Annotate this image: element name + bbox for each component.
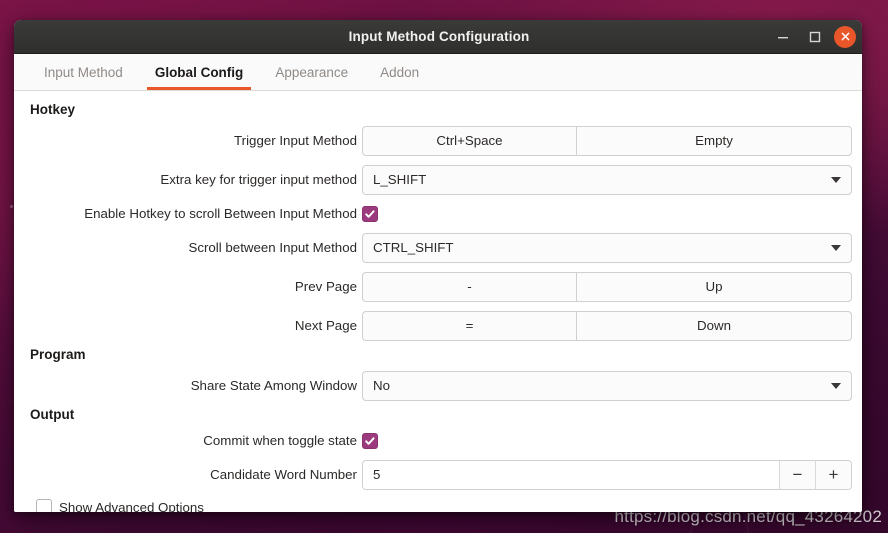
tab-input-method[interactable]: Input Method bbox=[28, 54, 139, 90]
extra-key-value: L_SHIFT bbox=[373, 172, 427, 187]
show-advanced-options-label: Show Advanced Options bbox=[59, 499, 204, 513]
label-extra-key: Extra key for trigger input method bbox=[160, 172, 357, 187]
trigger-input-method-secondary-button[interactable]: Empty bbox=[576, 125, 852, 156]
next-page-secondary-button[interactable]: Down bbox=[576, 310, 852, 341]
candidate-word-number-input[interactable]: 5 bbox=[363, 460, 779, 489]
show-advanced-options-row[interactable]: Show Advanced Options bbox=[24, 494, 852, 512]
commit-when-toggle-state-checkbox[interactable] bbox=[362, 432, 378, 449]
window-titlebar[interactable]: Input Method Configuration bbox=[14, 20, 862, 54]
next-page-primary-button[interactable]: = bbox=[362, 310, 576, 341]
section-header-program: Program bbox=[30, 347, 86, 362]
row-extra-key: Extra key for trigger input method L_SHI… bbox=[24, 160, 852, 199]
row-scroll-between: Scroll between Input Method CTRL_SHIFT bbox=[24, 228, 852, 267]
global-config-panel: Hotkey Trigger Input Method Ctrl+Space E… bbox=[14, 91, 862, 512]
input-method-configuration-window: Input Method Configuration Input Method … bbox=[14, 20, 862, 512]
wallpaper-dot bbox=[10, 205, 13, 208]
field-candidate-word-number: 5 − + bbox=[362, 459, 852, 490]
row-candidate-word-number: Candidate Word Number 5 − + bbox=[24, 455, 852, 494]
field-share-state: No bbox=[362, 370, 852, 401]
row-next-page: Next Page = Down bbox=[24, 306, 852, 345]
minimize-icon[interactable] bbox=[770, 24, 796, 50]
tab-bar: Input Method Global Config Appearance Ad… bbox=[14, 54, 862, 91]
tab-appearance[interactable]: Appearance bbox=[259, 54, 364, 90]
extra-key-dropdown[interactable]: L_SHIFT bbox=[362, 164, 852, 195]
label-scroll-between: Scroll between Input Method bbox=[188, 240, 357, 255]
close-icon[interactable] bbox=[834, 25, 856, 48]
minus-icon[interactable]: − bbox=[779, 460, 815, 489]
row-trigger-input-method: Trigger Input Method Ctrl+Space Empty bbox=[24, 121, 852, 160]
section-header-output: Output bbox=[30, 407, 75, 422]
scroll-between-value: CTRL_SHIFT bbox=[373, 240, 454, 255]
label-next-page: Next Page bbox=[294, 318, 357, 333]
field-enable-scroll-hotkey bbox=[362, 199, 852, 229]
candidate-word-number-stepper: 5 − + bbox=[362, 459, 852, 490]
label-candidate-word-number: Candidate Word Number bbox=[210, 467, 357, 482]
window-title: Input Method Configuration bbox=[348, 29, 530, 44]
label-enable-scroll-hotkey: Enable Hotkey to scroll Between Input Me… bbox=[84, 206, 357, 221]
share-state-dropdown[interactable]: No bbox=[362, 370, 852, 401]
row-share-state: Share State Among Window No bbox=[24, 366, 852, 405]
row-prev-page: Prev Page - Up bbox=[24, 267, 852, 306]
chevron-down-icon bbox=[831, 244, 841, 251]
label-trigger-input-method: Trigger Input Method bbox=[234, 133, 357, 148]
field-prev-page: - Up bbox=[362, 271, 852, 302]
field-next-page: = Down bbox=[362, 310, 852, 341]
field-extra-key: L_SHIFT bbox=[362, 164, 852, 195]
trigger-input-method-primary-button[interactable]: Ctrl+Space bbox=[362, 125, 576, 156]
plus-icon[interactable]: + bbox=[815, 460, 851, 489]
field-scroll-between: CTRL_SHIFT bbox=[362, 232, 852, 263]
enable-scroll-hotkey-checkbox[interactable] bbox=[362, 205, 378, 222]
field-trigger-input-method: Ctrl+Space Empty bbox=[362, 125, 852, 156]
label-prev-page: Prev Page bbox=[294, 279, 357, 294]
field-commit-toggle bbox=[362, 426, 852, 456]
tab-global-config[interactable]: Global Config bbox=[139, 54, 260, 90]
chevron-down-icon bbox=[831, 382, 841, 389]
maximize-icon[interactable] bbox=[802, 24, 828, 50]
prev-page-primary-button[interactable]: - bbox=[362, 271, 576, 302]
chevron-down-icon bbox=[831, 176, 841, 183]
label-commit-toggle: Commit when toggle state bbox=[203, 433, 357, 448]
window-controls bbox=[770, 24, 856, 50]
scroll-between-dropdown[interactable]: CTRL_SHIFT bbox=[362, 232, 852, 263]
show-advanced-options-checkbox[interactable] bbox=[36, 499, 52, 512]
share-state-value: No bbox=[373, 378, 390, 393]
tab-addon[interactable]: Addon bbox=[364, 54, 435, 90]
row-commit-toggle: Commit when toggle state bbox=[24, 426, 852, 455]
prev-page-secondary-button[interactable]: Up bbox=[576, 271, 852, 302]
row-enable-scroll-hotkey: Enable Hotkey to scroll Between Input Me… bbox=[24, 199, 852, 228]
label-share-state: Share State Among Window bbox=[190, 378, 357, 393]
section-header-hotkey: Hotkey bbox=[30, 102, 76, 117]
